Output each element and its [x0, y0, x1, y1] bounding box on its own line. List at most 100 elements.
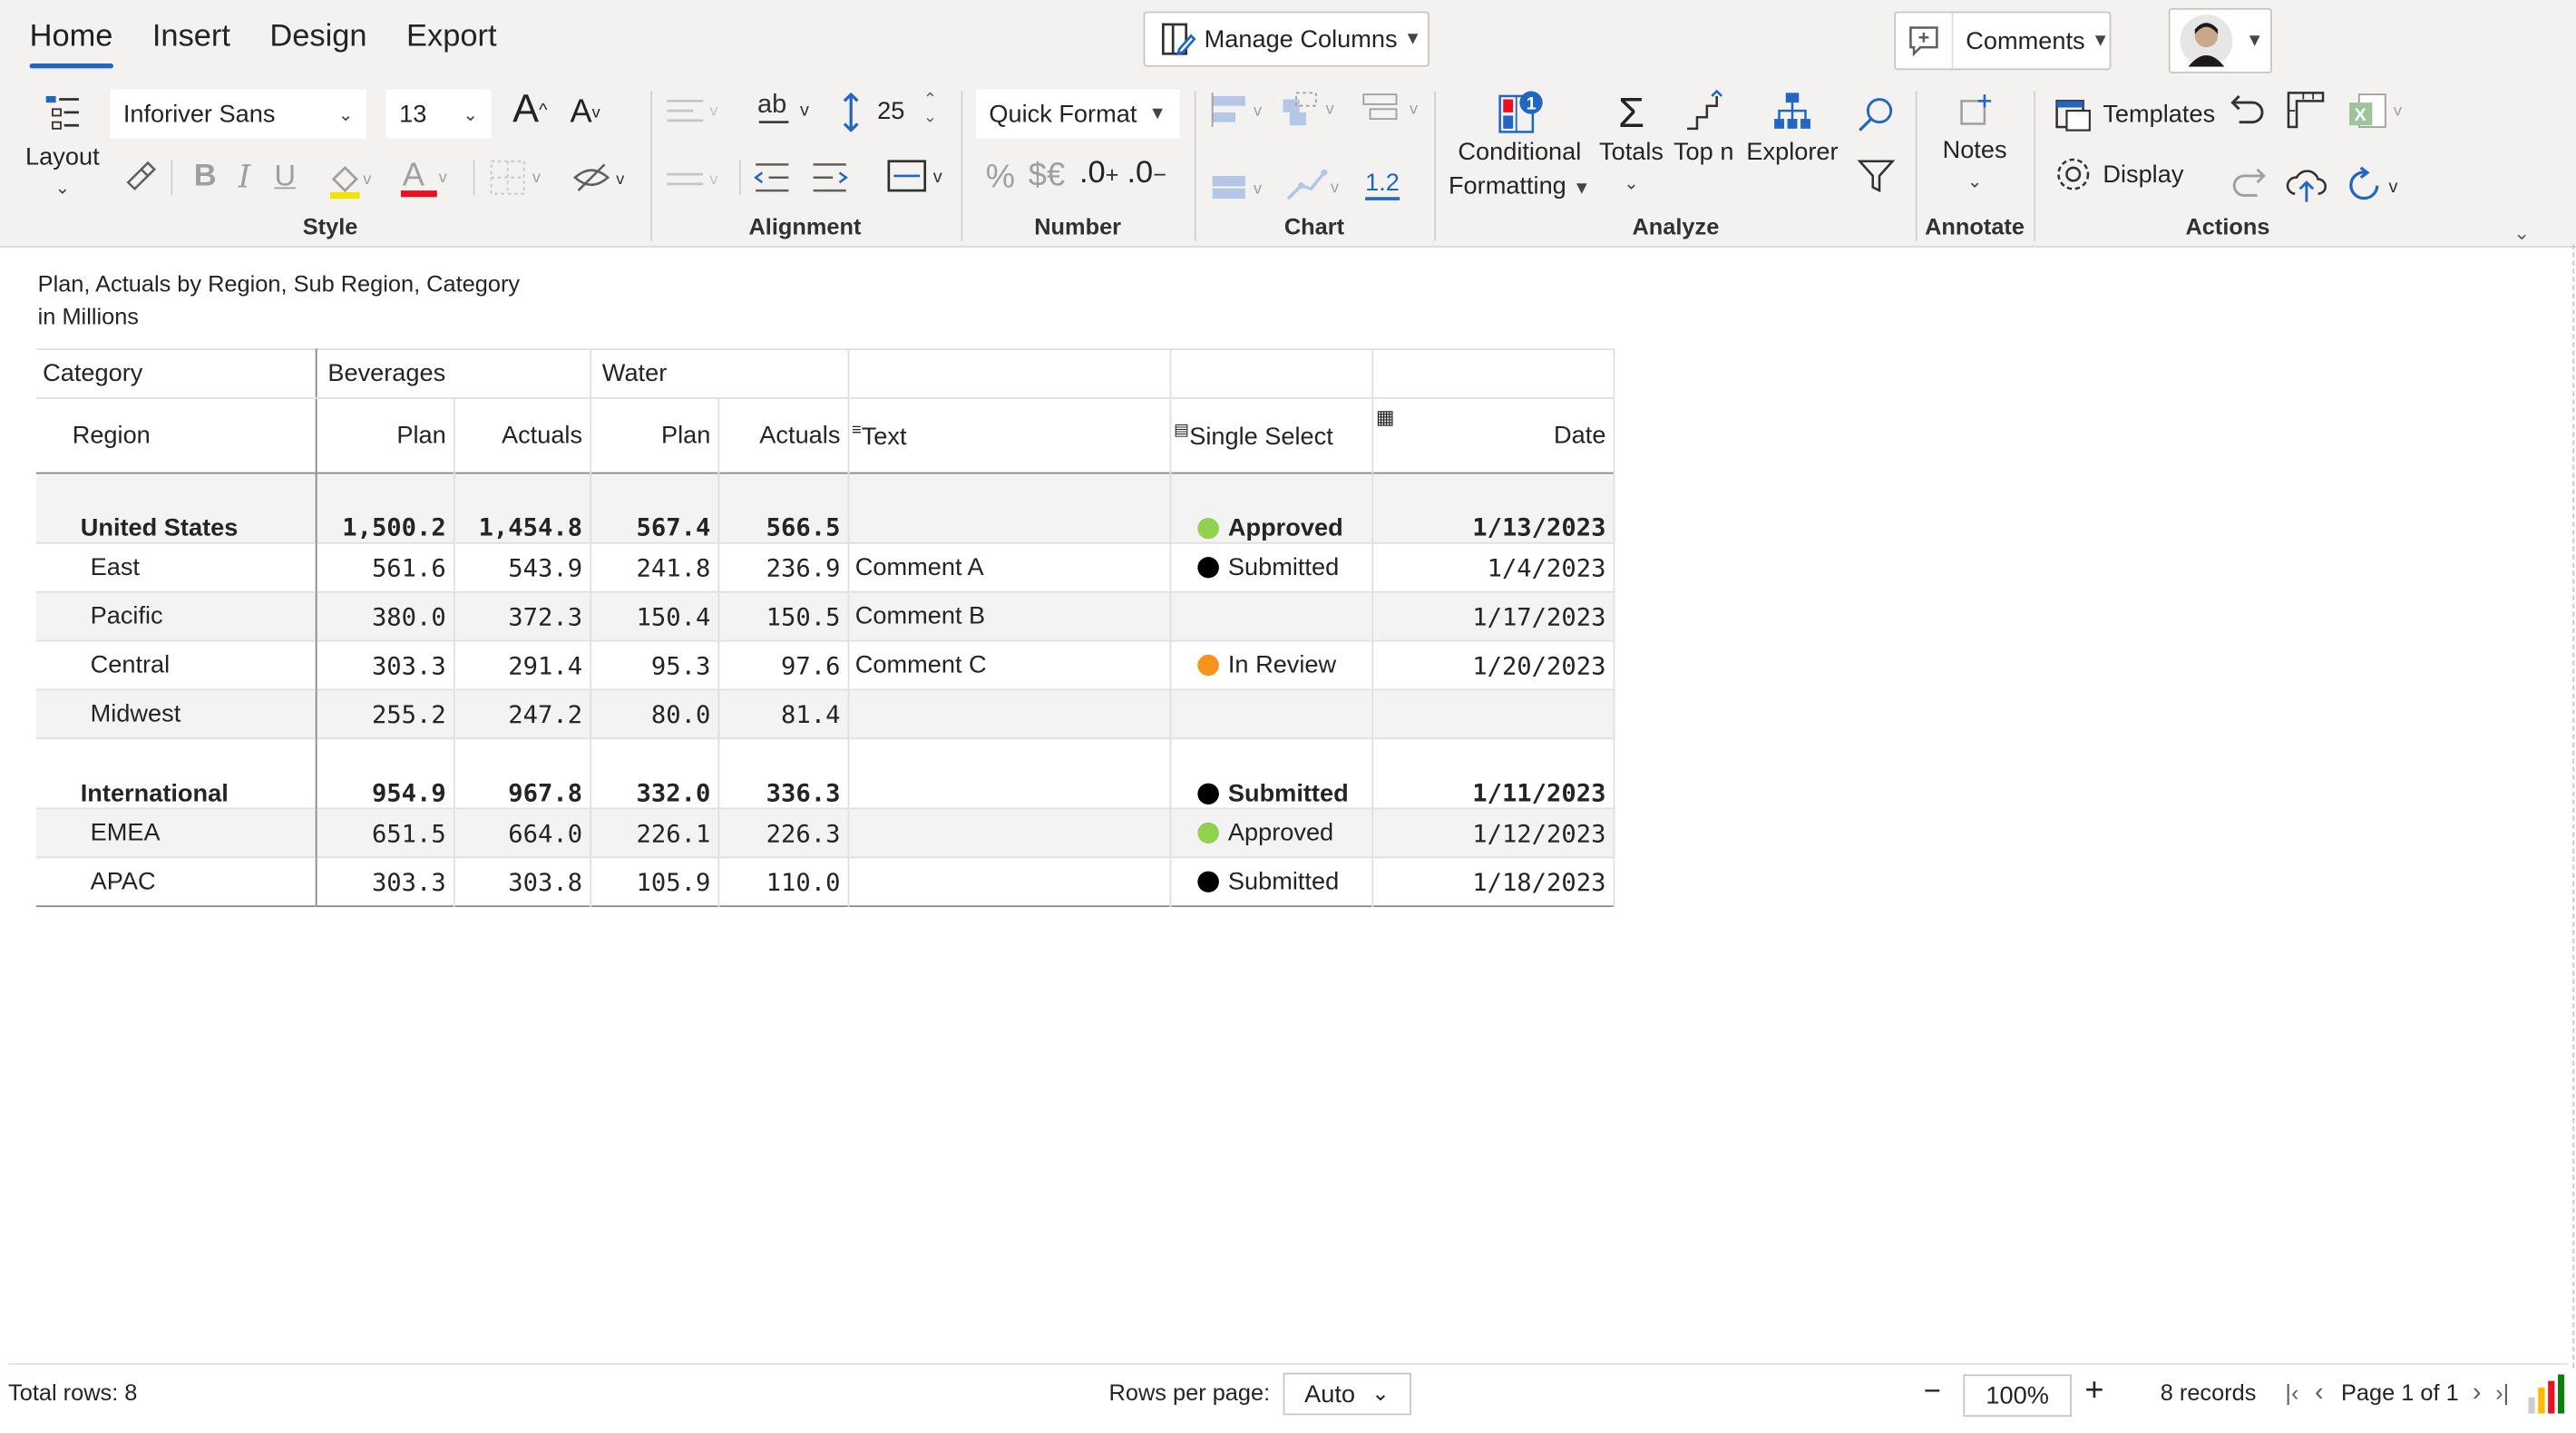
- italic-icon[interactable]: I: [239, 160, 251, 196]
- font-size-select[interactable]: 13 ⌄: [385, 89, 492, 139]
- date-cell[interactable]: 1/11/2023: [1371, 738, 1615, 809]
- date-cell[interactable]: [1371, 689, 1615, 739]
- value-cell[interactable]: 80.0: [589, 689, 718, 739]
- format-painter-icon[interactable]: [122, 160, 158, 196]
- column-header-actuals[interactable]: Actuals: [452, 397, 590, 473]
- table-row[interactable]: APAC 303.3 303.8 105.9 110.0 Submitted 1/18/20…: [35, 857, 1615, 907]
- bar-chart-icon[interactable]: v: [1209, 92, 1274, 131]
- zoom-out-button[interactable]: −: [1924, 1374, 1941, 1409]
- variance-chart-icon[interactable]: v: [1280, 90, 1345, 132]
- value-cell[interactable]: 95.3: [589, 640, 718, 690]
- value-cell[interactable]: 247.2: [452, 689, 590, 739]
- outdent-icon[interactable]: [753, 160, 792, 196]
- totals-button[interactable]: Σ Totals ⌄: [1596, 90, 1665, 194]
- redo-icon[interactable]: [2228, 163, 2270, 206]
- vertical-align-icon[interactable]: v: [664, 163, 729, 196]
- value-cell[interactable]: 226.3: [717, 808, 848, 858]
- value-cell[interactable]: 664.0: [452, 808, 590, 858]
- table-row[interactable]: EMEA 651.5 664.0 226.1 226.3 Approved 1/12/202…: [35, 808, 1615, 858]
- value-cell[interactable]: 303.3: [314, 640, 454, 690]
- value-cell[interactable]: 226.1: [589, 808, 718, 858]
- underline-icon[interactable]: U: [274, 160, 296, 194]
- value-cell[interactable]: 567.4: [589, 473, 718, 543]
- status-cell[interactable]: Submitted: [1168, 857, 1372, 907]
- last-page-button[interactable]: ›|: [2495, 1379, 2509, 1406]
- column-header-plan[interactable]: Plan: [589, 397, 718, 473]
- fill-color-icon[interactable]: v: [327, 158, 376, 200]
- status-cell[interactable]: Approved: [1168, 808, 1372, 858]
- data-labels-icon[interactable]: 1.2: [1365, 170, 1400, 200]
- date-cell[interactable]: 1/13/2023: [1371, 473, 1615, 543]
- display-button[interactable]: Display: [2054, 155, 2183, 194]
- value-cell[interactable]: 372.3: [452, 591, 590, 641]
- value-cell[interactable]: 332.0: [589, 738, 718, 809]
- date-cell[interactable]: 1/12/2023: [1371, 808, 1615, 858]
- table-row[interactable]: East 561.6 543.9 241.8 236.9 Comment A Submitt…: [35, 542, 1615, 592]
- tab-insert[interactable]: Insert: [152, 20, 230, 65]
- tab-design[interactable]: Design: [269, 20, 366, 65]
- value-cell[interactable]: 241.8: [589, 542, 718, 592]
- text-cell[interactable]: [846, 473, 1170, 543]
- add-comment-icon[interactable]: [1896, 13, 1953, 69]
- value-cell[interactable]: 150.4: [589, 591, 718, 641]
- horizontal-align-icon[interactable]: v: [664, 94, 729, 127]
- value-cell[interactable]: 566.5: [717, 473, 848, 543]
- increase-font-icon[interactable]: A ^: [512, 88, 547, 133]
- decrease-decimal-icon[interactable]: .0−: [1127, 156, 1166, 192]
- bold-icon[interactable]: B: [194, 160, 217, 196]
- value-cell[interactable]: 97.6: [717, 640, 848, 690]
- status-cell[interactable]: [1168, 689, 1372, 739]
- increase-decimal-icon[interactable]: .0 +: [1079, 156, 1119, 192]
- value-cell[interactable]: 954.9: [314, 738, 454, 809]
- stacked-chart-icon[interactable]: v: [1361, 90, 1429, 132]
- prev-page-button[interactable]: ‹: [2315, 1379, 2324, 1409]
- percent-format-icon[interactable]: %: [986, 160, 1015, 197]
- value-cell[interactable]: 291.4: [452, 640, 590, 690]
- borders-icon[interactable]: v: [488, 158, 553, 197]
- undo-icon[interactable]: [2226, 90, 2269, 132]
- quick-format-select[interactable]: Quick Format ▼: [975, 89, 1180, 139]
- font-family-select[interactable]: Inforiver Sans ⌄: [110, 89, 366, 139]
- cloud-upload-icon[interactable]: [2284, 163, 2330, 206]
- excel-export-icon[interactable]: Xv: [2346, 90, 2411, 135]
- value-cell[interactable]: 1,454.8: [452, 473, 590, 543]
- value-cell[interactable]: 110.0: [717, 857, 848, 907]
- value-cell[interactable]: 336.3: [717, 738, 848, 809]
- layout-button[interactable]: Layout ⌄: [25, 92, 100, 199]
- text-cell[interactable]: Comment A: [846, 542, 1170, 592]
- region-header[interactable]: Region: [36, 398, 316, 473]
- text-cell[interactable]: Comment C: [846, 640, 1170, 690]
- column-width-icon[interactable]: v: [883, 156, 952, 199]
- table-row[interactable]: Central 303.3 291.4 95.3 97.6 Comment C In Rev…: [35, 640, 1615, 690]
- status-cell[interactable]: [1168, 591, 1372, 641]
- text-wrap-icon[interactable]: ab v: [756, 92, 821, 131]
- explorer-button[interactable]: Explorer: [1744, 90, 1839, 166]
- tab-export[interactable]: Export: [406, 20, 496, 65]
- top-n-button[interactable]: Top n: [1671, 89, 1736, 166]
- search-icon[interactable]: [1855, 94, 1898, 137]
- next-page-button[interactable]: ›: [2473, 1379, 2482, 1409]
- table-row[interactable]: Midwest 255.2 247.2 80.0 81.4: [35, 689, 1615, 739]
- value-cell[interactable]: 561.6: [314, 542, 454, 592]
- refresh-icon[interactable]: v: [2345, 164, 2410, 207]
- text-cell[interactable]: [846, 857, 1170, 907]
- group-row[interactable]: United States 1,500.2 1,454.8 567.4 566.5 App…: [35, 473, 1615, 543]
- manage-columns-button[interactable]: Manage Columns ▼: [1143, 11, 1429, 67]
- value-cell[interactable]: 255.2: [314, 689, 454, 739]
- status-cell[interactable]: Approved: [1168, 473, 1372, 543]
- decrease-font-icon[interactable]: Av: [570, 94, 600, 132]
- text-cell[interactable]: Comment B: [846, 591, 1170, 641]
- indent-icon[interactable]: [810, 160, 849, 196]
- rows-per-page-select[interactable]: Auto ⌄: [1283, 1372, 1411, 1416]
- comments-control[interactable]: Comments ▼: [1894, 11, 2112, 71]
- value-cell[interactable]: 150.5: [717, 591, 848, 641]
- value-cell[interactable]: 236.9: [717, 542, 848, 592]
- date-cell[interactable]: 1/20/2023: [1371, 640, 1615, 690]
- column-header-single-select[interactable]: ▤Single Select: [1168, 397, 1372, 473]
- date-cell[interactable]: 1/18/2023: [1371, 857, 1615, 907]
- templates-button[interactable]: Templates: [2054, 94, 2215, 133]
- value-cell[interactable]: 303.8: [452, 857, 590, 907]
- ruler-icon[interactable]: [2284, 88, 2330, 133]
- row-height-stepper[interactable]: ⌃ ⌄: [923, 92, 937, 128]
- hide-icon[interactable]: v: [571, 160, 637, 196]
